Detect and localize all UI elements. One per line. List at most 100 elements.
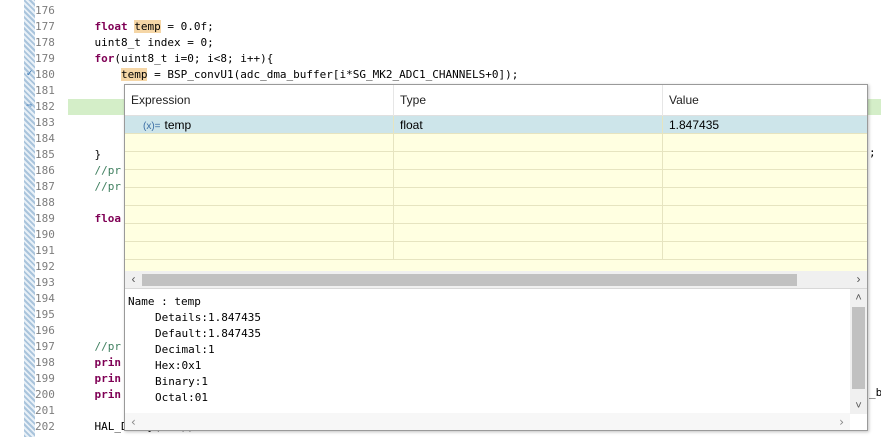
- scroll-left-icon[interactable]: ‹: [125, 415, 142, 429]
- empty-cell: [663, 170, 867, 188]
- details-line: Hex:0x1: [155, 359, 202, 372]
- line-number: 199: [35, 372, 55, 385]
- column-header-type[interactable]: Type: [394, 85, 663, 116]
- empty-cell: [394, 224, 663, 242]
- scroll-thumb[interactable]: [142, 273, 797, 286]
- empty-cell: [394, 206, 663, 224]
- line-number: 193: [35, 276, 55, 289]
- empty-table-row: [125, 152, 867, 170]
- code-line[interactable]: float temp = 0.0f;: [68, 19, 881, 35]
- details-line: Decimal:1: [155, 343, 215, 356]
- line-number: 194: [35, 292, 55, 305]
- chevron-down-icon[interactable]: ˅: [850, 397, 867, 414]
- empty-table-row: [125, 188, 867, 206]
- line-number: 188: [35, 196, 55, 209]
- value-cell[interactable]: 1.847435: [663, 116, 867, 134]
- empty-cell: [125, 134, 394, 152]
- column-header-value[interactable]: Value: [663, 85, 867, 116]
- expression-table-body: (x)= temp float 1.847435: [125, 116, 867, 268]
- line-number: 181: [35, 84, 55, 97]
- empty-table-row: [125, 206, 867, 224]
- code-comment: //pr: [94, 180, 122, 193]
- code-keyword: prin: [94, 372, 122, 385]
- line-number: 184: [35, 132, 55, 145]
- details-line: Binary:1: [155, 375, 208, 388]
- line-number: 177: [35, 20, 55, 33]
- empty-table-row: [125, 242, 867, 260]
- code-text: = BSP_convU1(adc_dma_buffer[i*SG_MK2_ADC…: [147, 68, 519, 81]
- line-number: 187: [35, 180, 55, 193]
- code-text: uint8_t index = 0;: [94, 36, 214, 49]
- code-line[interactable]: uint8_t index = 0;: [68, 35, 881, 51]
- empty-table-row: [125, 134, 867, 152]
- empty-cell: [125, 188, 394, 206]
- empty-table-row: [125, 170, 867, 188]
- scroll-track[interactable]: [142, 273, 850, 286]
- highlighted-identifier[interactable]: temp: [134, 20, 161, 33]
- details-name-line: Name : temp: [128, 295, 201, 308]
- empty-cell: [125, 242, 394, 260]
- scroll-thumb[interactable]: [852, 307, 865, 389]
- line-number: 176: [35, 4, 55, 17]
- expression-cell[interactable]: (x)= temp: [125, 116, 394, 134]
- line-number: 183: [35, 116, 55, 129]
- empty-cell: [663, 152, 867, 170]
- line-number: 180: [35, 68, 55, 81]
- details-line: Details:1.847435: [155, 311, 261, 324]
- code-keyword: prin: [94, 388, 122, 401]
- editor-gutter[interactable]: [24, 0, 35, 437]
- empty-cell: [663, 188, 867, 206]
- chevron-up-icon[interactable]: ˄: [850, 289, 867, 306]
- code-line[interactable]: temp = BSP_convU1(adc_dma_buffer[i*SG_MK…: [68, 67, 881, 83]
- expression-name: temp: [164, 118, 192, 132]
- empty-cell: [663, 206, 867, 224]
- type-cell: float: [394, 116, 663, 134]
- details-vertical-scrollbar[interactable]: ˄ ˅: [850, 289, 867, 414]
- details-pane[interactable]: Name : temp Details:1.847435 Default:1.84…: [125, 288, 867, 430]
- code-comment: //pr: [94, 340, 122, 353]
- highlighted-identifier[interactable]: temp: [120, 68, 148, 81]
- code-keyword: float: [94, 20, 128, 33]
- empty-cell: [125, 224, 394, 242]
- details-horizontal-scrollbar[interactable]: ‹ ›: [125, 413, 850, 430]
- code-text: (uint8_t i=0; i<8; i++){: [114, 52, 274, 65]
- code-overflow-char: _b: [869, 386, 881, 399]
- scroll-right-icon[interactable]: ›: [850, 271, 867, 288]
- line-number: 196: [35, 324, 55, 337]
- line-number: 198: [35, 356, 55, 369]
- code-line[interactable]: [68, 3, 881, 19]
- details-line: Default:1.847435: [155, 327, 261, 340]
- column-header-expression[interactable]: Expression: [125, 85, 394, 116]
- empty-cell: [125, 206, 394, 224]
- scroll-right-icon[interactable]: ›: [833, 415, 850, 429]
- code-comment: //pr: [94, 164, 122, 177]
- line-number: 182: [35, 100, 55, 113]
- scroll-left-icon[interactable]: ‹: [125, 271, 142, 288]
- breakpoint-marker-icon[interactable]: ✓: [24, 68, 35, 80]
- empty-cell: [394, 188, 663, 206]
- line-number: 189: [35, 212, 55, 225]
- table-horizontal-scrollbar[interactable]: ‹ ›: [125, 271, 867, 288]
- empty-cell: [394, 152, 663, 170]
- code-line[interactable]: for(uint8_t i=0; i<8; i++){: [68, 51, 881, 67]
- line-number: 195: [35, 308, 55, 321]
- empty-cell: [394, 134, 663, 152]
- empty-cell: [663, 134, 867, 152]
- code-text: }: [94, 148, 102, 161]
- empty-table-row: [125, 224, 867, 242]
- current-instruction-arrow-icon[interactable]: ⇨: [24, 100, 35, 112]
- expression-hover-popup[interactable]: Expression Type Value (x)= temp float 1.847…: [124, 84, 868, 431]
- code-overflow-char: ;: [869, 146, 876, 159]
- code-keyword: prin: [94, 356, 122, 369]
- table-row[interactable]: (x)= temp float 1.847435: [125, 116, 867, 134]
- line-number: 186: [35, 164, 55, 177]
- code-keyword: for: [94, 52, 115, 65]
